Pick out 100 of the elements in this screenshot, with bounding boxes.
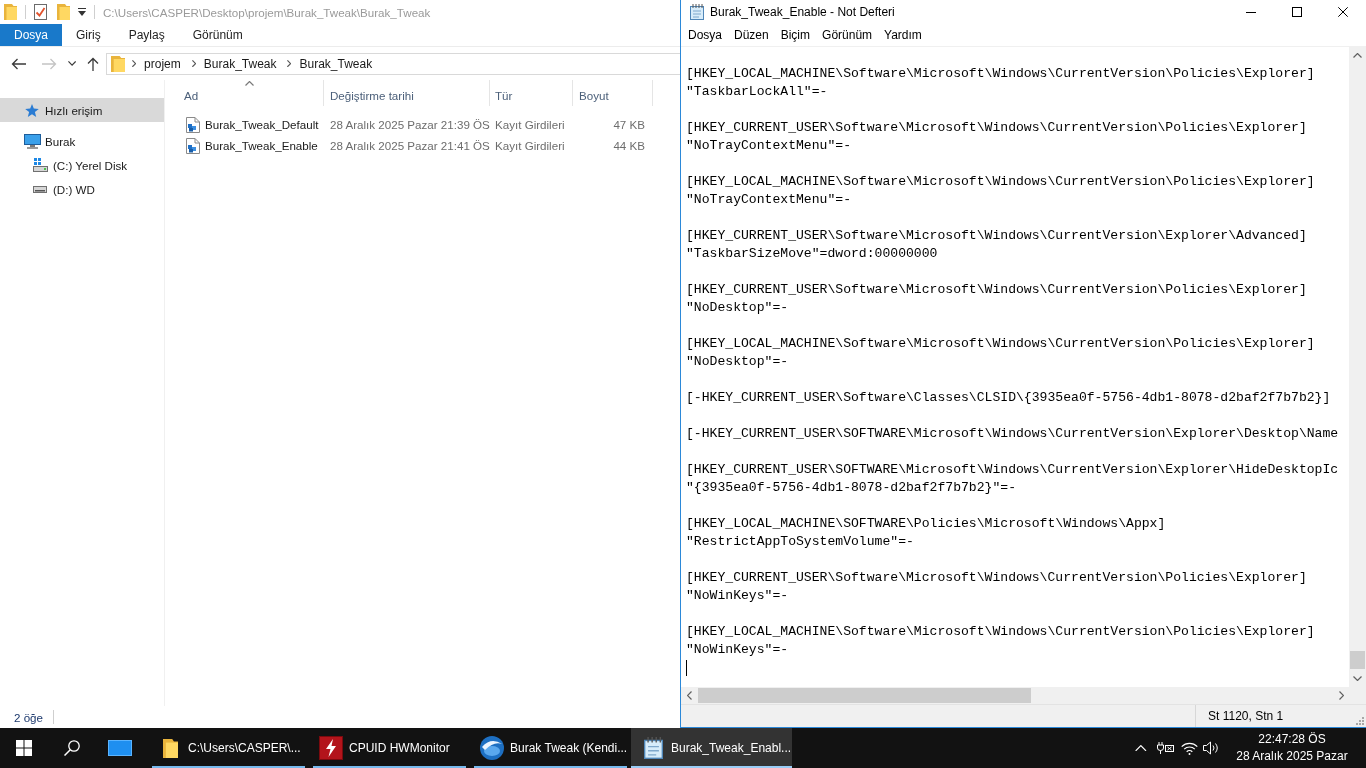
clock-time[interactable]: 22:47:28 ÖS	[1258, 731, 1326, 748]
chevron-down-icon[interactable]	[68, 61, 77, 66]
text-line: [HKEY_LOCAL_MACHINE\Software\Microsoft\Windows\CurrentVersion\Policies\Explorer]	[686, 335, 1315, 353]
chevron-right-icon[interactable]	[191, 59, 196, 68]
menu-item[interactable]: Biçim	[774, 25, 817, 45]
modified-date: 28 Aralık 2025 Pazar 21:41 ÖS	[330, 139, 490, 152]
clock-date[interactable]: 28 Aralık 2025 Pazar	[1236, 748, 1348, 765]
text-line: "NoTrayContextMenu"=-	[686, 191, 851, 209]
drive-icon	[33, 185, 47, 193]
close-icon	[1338, 7, 1348, 17]
monitor-icon	[23, 133, 41, 149]
scroll-left-icon[interactable]	[687, 691, 692, 700]
text-line: [HKEY_LOCAL_MACHINE\Software\Microsoft\Windows\CurrentVersion\Policies\Explorer]	[686, 65, 1315, 83]
ribbon-tab[interactable]: Giriş	[62, 24, 115, 46]
taskbar-item[interactable]: CPUID HWMonitor	[309, 728, 470, 768]
menu-item[interactable]: Görünüm	[816, 25, 879, 45]
drive-icon	[32, 158, 48, 172]
menu-item[interactable]: Yardım	[878, 25, 928, 45]
taskbar-item[interactable]: C:\Users\CASPER\...	[148, 728, 309, 768]
minimize-icon	[1246, 11, 1256, 13]
text-cursor-icon	[686, 660, 687, 676]
taskbar-item[interactable]: Burak_Tweak_Enabl...	[631, 728, 792, 768]
nav-item[interactable]: Burak	[0, 129, 164, 153]
ribbon-tab[interactable]: Paylaş	[114, 24, 179, 46]
window-title: C:\Users\CASPER\Desktop\projem\Burak_Tweak\Burak_Tweak	[103, 5, 431, 19]
file-type: Kayıt Girdileri	[495, 118, 565, 131]
text-line: "TaskbarSizeMove"=dword:00000000	[686, 245, 938, 263]
text-line: "RestrictAppToSystemVolume"=-	[686, 533, 914, 551]
address-bar[interactable]: projem Burak_Tweak Burak_Tweak	[106, 52, 680, 75]
globe-icon	[480, 736, 504, 760]
horizontal-scrollbar[interactable]	[681, 687, 1366, 704]
nav-item[interactable]: (D:) WD	[0, 177, 164, 201]
file-size: 44 KB	[613, 139, 645, 152]
scrollbar-thumb[interactable]	[1350, 651, 1365, 669]
scrollbar-thumb[interactable]	[698, 688, 1031, 703]
cursor-position: St 1120, Stn 1	[1208, 709, 1284, 723]
menu-item[interactable]: Dosya	[682, 25, 728, 45]
nav-item[interactable]: (C:) Yerel Disk	[0, 153, 164, 177]
column-header[interactable]: Değiştirme tarihi	[324, 80, 490, 106]
wifi-icon[interactable]	[1180, 741, 1198, 755]
taskbar-item[interactable]: Burak Tweak (Kendi...	[470, 728, 631, 768]
star-icon	[25, 103, 39, 117]
text-line: [HKEY_CURRENT_USER\Software\Microsoft\Windows\CurrentVersion\Policies\Explorer]	[686, 281, 1307, 299]
modified-date: 28 Aralık 2025 Pazar 21:39 ÖS	[330, 118, 490, 131]
scroll-down-icon[interactable]	[1353, 676, 1362, 681]
file-type: Kayıt Girdileri	[495, 139, 565, 152]
search-icon	[64, 740, 80, 756]
chevron-up-icon[interactable]	[1135, 744, 1147, 752]
file-name[interactable]: Burak_Tweak_Default	[205, 118, 319, 131]
notepad-icon	[643, 737, 663, 759]
text-line: "NoWinKeys"=-	[686, 587, 789, 605]
text-line: [-HKEY_CURRENT_USER\Software\Classes\CLSID\{3935ea0f-5756-4db1-8078-d2baf2f7b7b2}]	[686, 389, 1331, 407]
menu-item[interactable]: Düzen	[728, 25, 775, 45]
file-name[interactable]: Burak_Tweak_Enable	[205, 139, 318, 152]
chevron-right-icon[interactable]	[287, 59, 292, 68]
nav-item[interactable]: Hızlı erişim	[0, 98, 164, 122]
folder-icon	[111, 55, 126, 72]
maximize-icon	[1292, 7, 1302, 17]
size-grip-icon[interactable]	[1356, 717, 1364, 725]
file-menu-button[interactable]: Dosya	[0, 24, 62, 46]
text-line: "NoWinKeys"=-	[686, 641, 789, 659]
text-line: [-HKEY_CURRENT_USER\SOFTWARE\Microsoft\Windows\CurrentVersion\Explorer\Desktop\Name	[686, 425, 1339, 443]
text-line: "TaskbarLockAll"=-	[686, 83, 828, 101]
breadcrumb-item[interactable]: Burak_Tweak	[299, 56, 373, 71]
column-header[interactable]: Ad	[166, 80, 324, 106]
ribbon-tab[interactable]: Görünüm	[178, 24, 257, 46]
file-size: 47 KB	[613, 118, 645, 131]
lightning-icon	[319, 736, 343, 760]
caret-icon[interactable]	[78, 8, 86, 16]
text-line: [HKEY_LOCAL_MACHINE\Software\Microsoft\Windows\CurrentVersion\Policies\Explorer]	[686, 173, 1315, 191]
sort-caret-icon	[244, 81, 254, 86]
text-line: [HKEY_CURRENT_USER\Software\Microsoft\Windows\CurrentVersion\Explorer\Advanced]	[686, 227, 1307, 245]
text-line: [HKEY_CURRENT_USER\Software\Microsoft\Windows\CurrentVersion\Policies\Explorer]	[686, 569, 1307, 587]
text-line: "{3935ea0f-5756-4db1-8078-d2baf2f7b7b2}"=-	[686, 479, 1017, 497]
text-line: "NoTrayContextMenu"=-	[686, 137, 851, 155]
arrow-up-icon[interactable]	[87, 56, 100, 71]
window-title: Burak_Tweak_Enable - Not Defteri	[710, 5, 895, 19]
text-line: [HKEY_LOCAL_MACHINE\Software\Microsoft\Windows\CurrentVersion\Policies\Explorer]	[686, 623, 1315, 641]
chevron-right-icon[interactable]	[132, 59, 137, 68]
text-line: [HKEY_LOCAL_MACHINE\SOFTWARE\Policies\Microsoft\Windows\Appx]	[686, 515, 1166, 533]
document-check-icon[interactable]	[34, 4, 47, 20]
power-icon[interactable]	[1156, 742, 1174, 754]
item-count: 2 öğe	[14, 710, 43, 724]
text-line: "NoDesktop"=-	[686, 299, 789, 317]
scroll-right-icon[interactable]	[1339, 691, 1344, 700]
vertical-scrollbar[interactable]	[1349, 47, 1366, 687]
volume-icon[interactable]	[1203, 741, 1219, 755]
text-line: [HKEY_CURRENT_USER\SOFTWARE\Microsoft\Windows\CurrentVersion\Explorer\HideDesktopIc	[686, 461, 1339, 479]
column-header[interactable]: Boyut	[573, 80, 653, 106]
arrow-left-icon[interactable]	[11, 57, 26, 70]
column-header[interactable]: Tür	[490, 80, 573, 106]
text-line: [HKEY_CURRENT_USER\Software\Microsoft\Windows\CurrentVersion\Policies\Explorer]	[686, 119, 1307, 137]
screen-icon	[108, 740, 132, 756]
registry-file-icon	[186, 137, 200, 154]
breadcrumb-item[interactable]: projem	[144, 56, 181, 71]
text-line: "NoDesktop"=-	[686, 353, 789, 371]
windows-logo-icon	[16, 740, 32, 756]
scroll-up-icon[interactable]	[1353, 53, 1362, 58]
breadcrumb-item[interactable]: Burak_Tweak	[203, 56, 277, 71]
folder-icon	[162, 738, 178, 758]
